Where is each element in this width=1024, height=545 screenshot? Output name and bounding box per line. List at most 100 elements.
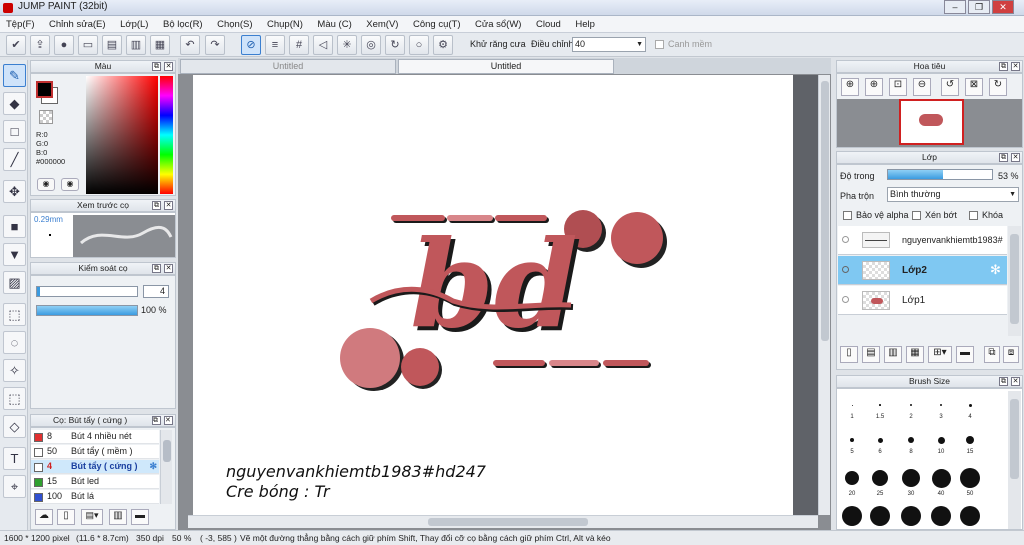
new-brush-icon[interactable]: ▯ (57, 509, 75, 525)
menu-edit[interactable]: Chỉnh sửa(E) (43, 16, 112, 30)
scroll-thumb[interactable] (1010, 399, 1019, 479)
parallel-snap-icon[interactable]: ≡ (265, 35, 285, 55)
brush-size-dot[interactable] (879, 404, 881, 406)
menu-capture[interactable]: Chụp(N) (261, 16, 309, 30)
bucket-tool-icon[interactable]: ▼ (3, 243, 26, 266)
new-8bit-layer-icon[interactable]: ▤ (862, 346, 880, 363)
brush-size-dot[interactable] (902, 469, 920, 487)
brush-size-dot[interactable] (851, 404, 853, 406)
rotate-right-icon[interactable]: ↻ (989, 78, 1007, 96)
export-icon[interactable]: ⇪ (30, 35, 50, 55)
brush-size-dot[interactable] (845, 471, 859, 485)
page-icon[interactable]: ▤ (102, 35, 122, 55)
brush-size-dot[interactable] (850, 438, 854, 442)
line-tool-icon[interactable]: ╱ (3, 148, 26, 171)
canvas-vertical-scrollbar[interactable] (818, 75, 830, 515)
brush-size-dot[interactable] (842, 506, 862, 526)
brush-size-slider[interactable] (36, 286, 138, 297)
menu-color[interactable]: Màu (C) (311, 16, 357, 30)
grid-snap-icon[interactable]: # (289, 35, 309, 55)
layer-row[interactable]: Lớp1 (838, 286, 1007, 315)
pages-icon[interactable]: ▥ (126, 35, 146, 55)
comment-icon[interactable]: ● (54, 35, 74, 55)
add-brush-icon[interactable]: ▤▾ (81, 509, 103, 525)
palette-icon[interactable]: ◉ (37, 178, 55, 191)
pen-tool-icon[interactable]: ✎ (3, 64, 26, 87)
transparent-color-swatch[interactable] (39, 110, 53, 124)
cloud-sync-icon[interactable]: ✔ (6, 35, 26, 55)
select-eraser-tool-icon[interactable]: ◇ (3, 415, 26, 438)
navigator-viewport[interactable] (899, 99, 964, 145)
brush-size-scrollbar[interactable] (1008, 391, 1021, 529)
magic-wand-tool-icon[interactable]: ✧ (3, 359, 26, 382)
concentric-snap-icon[interactable]: ◎ (361, 35, 381, 55)
brush-list-item[interactable]: 100 Bút lá (31, 490, 159, 504)
layer-row[interactable]: nguyenvankhiemtb1983# (838, 226, 1007, 255)
close-panel-icon[interactable]: ✕ (164, 264, 173, 273)
brush-list-scrollbar[interactable] (160, 430, 172, 504)
adjust-select[interactable]: 40 ▼ (572, 37, 646, 52)
snap-settings-icon[interactable]: ⚙ (433, 35, 453, 55)
menu-help[interactable]: Help (569, 16, 601, 30)
menu-view[interactable]: Xem(V) (360, 16, 404, 30)
brush-folder-icon[interactable]: ▬ (131, 509, 149, 525)
perspective-snap-icon[interactable]: ◁ (313, 35, 333, 55)
scroll-thumb[interactable] (428, 518, 588, 526)
snap-checkbox[interactable] (655, 40, 664, 49)
close-panel-icon[interactable]: ✕ (1011, 153, 1020, 162)
float-panel-icon[interactable]: ⧉ (152, 416, 161, 425)
scroll-thumb[interactable] (821, 81, 829, 341)
close-icon[interactable]: ✕ (992, 0, 1014, 14)
layout-icon[interactable]: ▦ (150, 35, 170, 55)
menu-select[interactable]: Chọn(S) (211, 16, 258, 30)
hue-slider[interactable] (160, 76, 173, 194)
eyedropper-tool-icon[interactable]: ⌖ (3, 475, 26, 498)
brush-size-dot[interactable] (870, 506, 890, 526)
select-pen-tool-icon[interactable]: ⬚ (3, 387, 26, 410)
lasso-tool-icon[interactable]: ◌ (3, 331, 26, 354)
layer-folder-icon[interactable]: ▬ (956, 346, 974, 363)
chat-icon[interactable]: ▭ (78, 35, 98, 55)
zoom-actual-icon[interactable]: ⊡ (889, 78, 907, 96)
ellipse-snap-icon[interactable]: ○ (409, 35, 429, 55)
brush-settings-icon[interactable]: ▥ (109, 509, 127, 525)
color-history-icon[interactable]: ◉ (61, 178, 79, 191)
snap-off-icon[interactable]: ⊘ (241, 35, 261, 55)
move-tool-icon[interactable]: ✥ (3, 180, 26, 203)
brush-opacity-slider[interactable] (36, 305, 138, 316)
float-panel-icon[interactable]: ⧉ (152, 201, 161, 210)
brush-size-dot[interactable] (968, 403, 972, 407)
layer-visibility-icon[interactable] (842, 236, 849, 243)
brush-list-item[interactable]: 15 Bút led (31, 475, 159, 489)
new-1bit-layer-icon[interactable]: ▥ (884, 346, 902, 363)
curve-snap-icon[interactable]: ↻ (385, 35, 405, 55)
brush-list-item[interactable]: 50 Bút tẩy ( mềm ) (31, 445, 159, 459)
undo-icon[interactable]: ↶ (180, 35, 200, 55)
close-panel-icon[interactable]: ✕ (164, 62, 173, 71)
brush-size-dot[interactable] (966, 436, 974, 444)
float-panel-icon[interactable]: ⧉ (152, 264, 161, 273)
text-tool-icon[interactable]: T (3, 447, 26, 470)
layer-settings-gear-icon[interactable]: ✻ (990, 262, 1001, 278)
scroll-thumb[interactable] (1010, 234, 1019, 324)
drawing-canvas[interactable]: bd bd nguyenvankhiemtb1983#hd247 Cre bón… (193, 75, 793, 515)
close-panel-icon[interactable]: ✕ (164, 416, 173, 425)
float-panel-icon[interactable]: ⧉ (152, 62, 161, 71)
fill-rect-tool-icon[interactable]: ■ (3, 215, 26, 238)
brush-size-dot[interactable] (877, 437, 883, 443)
float-panel-icon[interactable]: ⧉ (999, 153, 1008, 162)
duplicate-layer-icon[interactable]: ⧉ (984, 346, 1000, 363)
menu-filter[interactable]: Bộ lọc(R) (157, 16, 209, 30)
brush-size-dot[interactable] (931, 468, 951, 488)
add-layer-menu-icon[interactable]: ⊞▾ (928, 346, 952, 363)
blend-mode-select[interactable]: Bình thường ▼ (887, 187, 1019, 202)
tab-untitled-2[interactable]: Untitled (398, 59, 614, 74)
layer-opacity-slider[interactable] (887, 169, 993, 180)
lock-checkbox[interactable] (969, 211, 978, 220)
tab-untitled-1[interactable]: Untitled (180, 59, 396, 74)
scroll-thumb[interactable] (163, 440, 171, 462)
eraser-tool-icon[interactable]: ◆ (3, 92, 26, 115)
layer-list-scrollbar[interactable] (1008, 226, 1021, 336)
maximize-icon[interactable]: ❐ (968, 0, 990, 14)
new-layer-icon[interactable]: ▯ (840, 346, 858, 363)
